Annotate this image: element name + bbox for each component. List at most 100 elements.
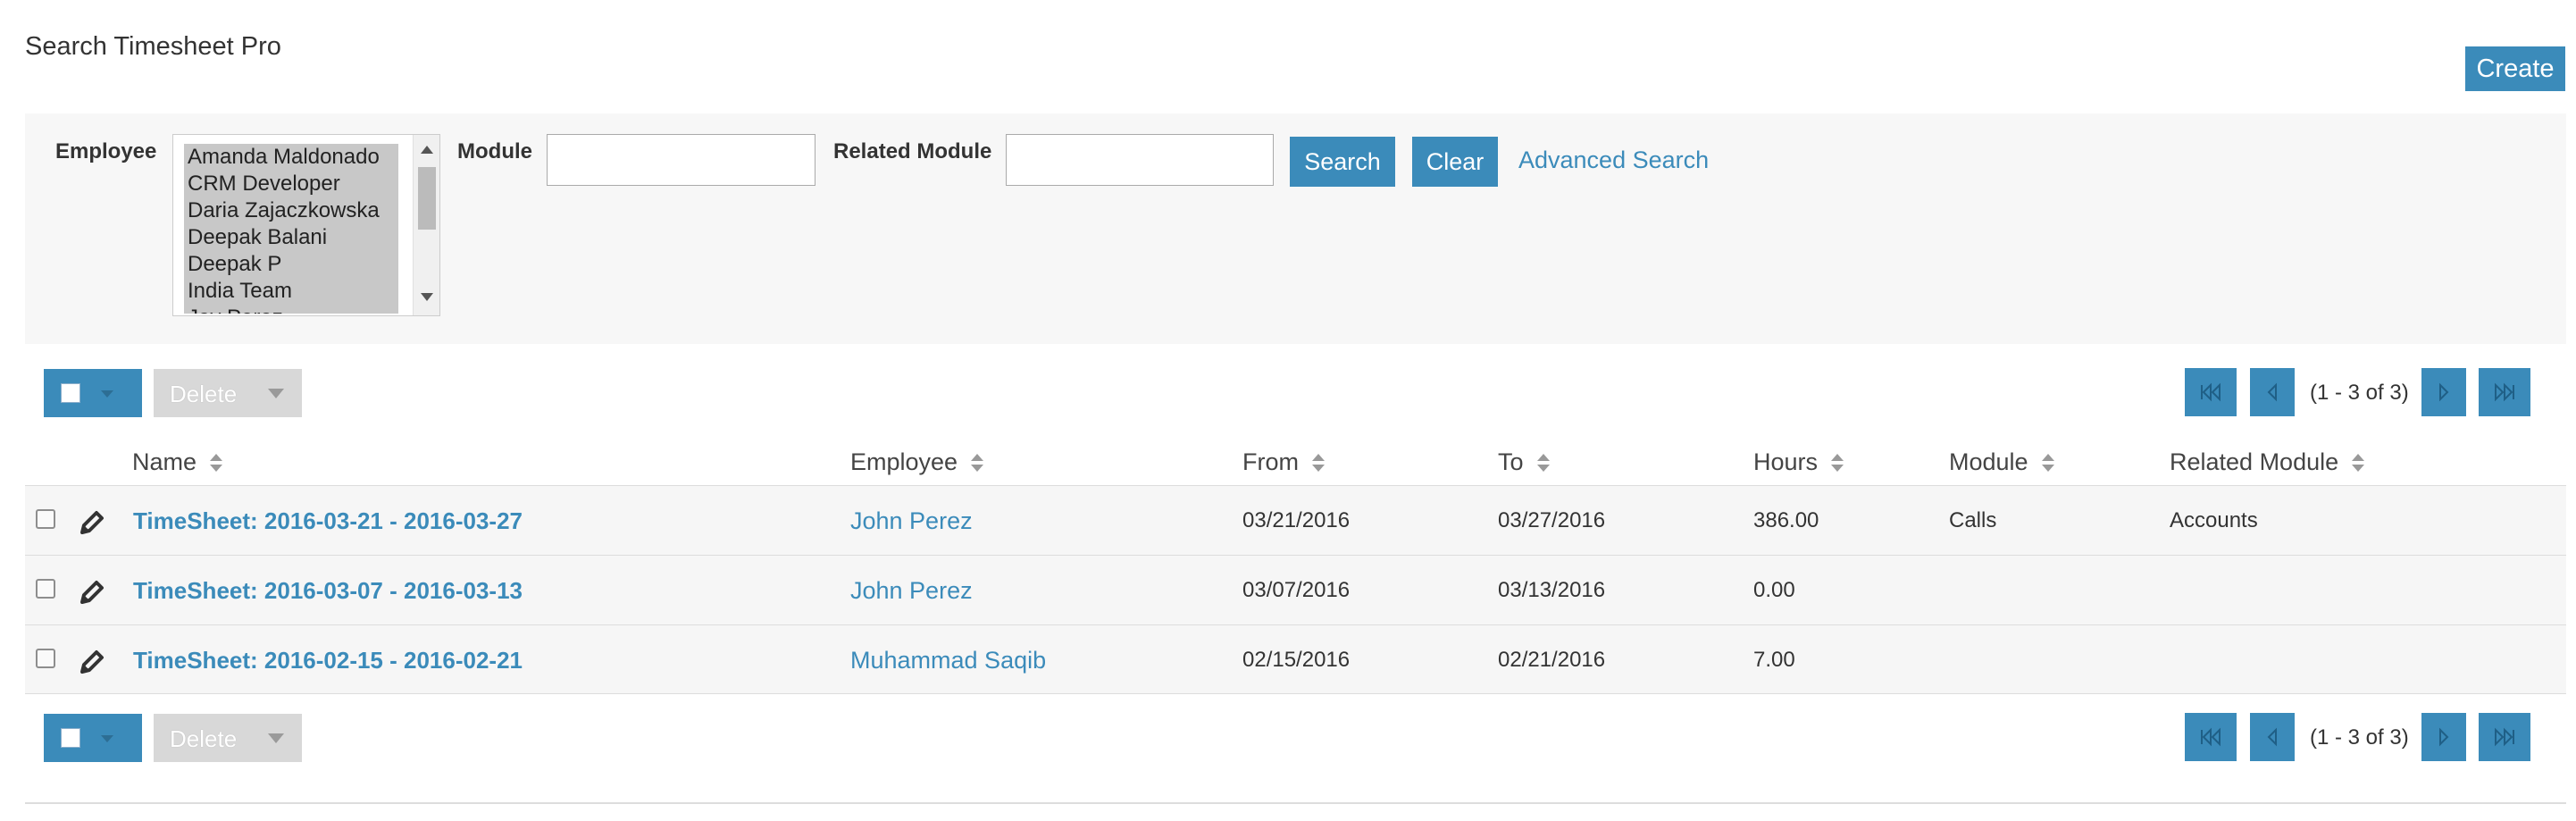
previous-page-button[interactable] [2250,368,2295,416]
first-page-icon [2201,382,2221,402]
divider [25,802,2566,804]
column-header-module[interactable]: Module [1949,448,2055,476]
to-date: 02/21/2016 [1498,648,1606,672]
employee-option[interactable]: Amanda Maldonado [184,144,398,171]
last-page-icon [2495,382,2514,402]
delete-button[interactable]: Delete [154,369,302,417]
module-input[interactable] [547,134,815,186]
delete-button-label: Delete [170,725,238,752]
pagination-info-bottom: (1 - 3 of 3) [2310,725,2409,750]
sort-icon[interactable] [1830,453,1844,473]
clear-button[interactable]: Clear [1412,137,1498,187]
chevron-down-icon [268,389,284,398]
from-date: 03/07/2016 [1242,578,1351,602]
sort-icon[interactable] [2041,453,2055,473]
last-page-button-bottom[interactable] [2479,713,2530,761]
related-module-label: Related Module [833,139,992,163]
column-header-hours[interactable]: Hours [1753,448,1844,476]
table-row: TimeSheet: 2016-03-21 - 2016-03-27 John … [25,485,2566,555]
next-page-button-bottom[interactable] [2421,713,2466,761]
scroll-up-icon[interactable] [421,146,433,154]
bulk-select-dropdown-bottom[interactable] [44,714,142,762]
related-module-input[interactable] [1006,134,1274,186]
column-header-name[interactable]: Name [132,448,223,476]
next-page-button[interactable] [2421,368,2466,416]
search-button[interactable]: Search [1290,137,1395,187]
column-header-label: From [1242,448,1299,475]
employee-options-list[interactable]: Amanda Maldonado CRM Developer Daria Zaj… [184,144,398,314]
employee-option[interactable]: Deepak Balani [184,224,398,251]
chevron-down-icon [101,735,113,742]
employee-option[interactable]: India Team [184,278,398,305]
employee-option[interactable]: Deepak P [184,251,398,278]
delete-button-bottom[interactable]: Delete [154,714,302,762]
timesheet-name-link[interactable]: TimeSheet: 2016-03-07 - 2016-03-13 [133,556,523,625]
row-checkbox[interactable] [36,579,55,599]
employee-list-scrollbar[interactable] [413,135,439,315]
column-header-label: Module [1949,448,2028,475]
last-page-button[interactable] [2479,368,2530,416]
sort-icon[interactable] [2351,453,2365,473]
bulk-select-dropdown[interactable] [44,369,142,417]
first-page-icon [2201,727,2221,747]
sort-icon[interactable] [209,453,223,473]
table-row: TimeSheet: 2016-03-07 - 2016-03-13 John … [25,555,2566,624]
from-date: 02/15/2016 [1242,648,1351,672]
pencil-icon[interactable] [75,647,107,679]
timesheet-name-link[interactable]: TimeSheet: 2016-02-15 - 2016-02-21 [133,625,523,695]
chevron-down-icon [101,390,113,398]
sort-icon[interactable] [1311,453,1326,473]
column-header-from[interactable]: From [1242,448,1326,476]
sort-icon[interactable] [970,453,984,473]
column-header-label: Name [132,448,197,475]
to-date: 03/27/2016 [1498,508,1606,532]
column-header-related-module[interactable]: Related Module [2170,448,2365,476]
employee-option[interactable]: Daria Zajaczkowska [184,197,398,224]
column-header-label: Related Module [2170,448,2339,475]
select-all-checkbox[interactable] [61,728,80,748]
sort-icon[interactable] [1536,453,1551,473]
pencil-icon[interactable] [75,507,107,540]
column-header-label: Hours [1753,448,1819,475]
pagination-info: (1 - 3 of 3) [2310,381,2409,405]
chevron-down-icon [268,733,284,743]
module-label: Module [457,139,532,163]
column-header-label: To [1498,448,1524,475]
pencil-icon[interactable] [75,577,107,609]
page-title: Search Timesheet Pro [25,32,281,61]
hours-value: 7.00 [1753,648,1795,672]
employee-link[interactable]: John Perez [850,486,973,556]
from-date: 03/21/2016 [1242,508,1351,532]
column-header-employee[interactable]: Employee [850,448,984,476]
to-date: 03/13/2016 [1498,578,1606,602]
delete-button-label: Delete [170,381,238,407]
employee-label: Employee [55,139,157,163]
first-page-button[interactable] [2185,368,2237,416]
timesheet-name-link[interactable]: TimeSheet: 2016-03-21 - 2016-03-27 [133,486,523,556]
hours-value: 0.00 [1753,578,1795,602]
row-checkbox[interactable] [36,509,55,529]
scroll-thumb[interactable] [418,167,436,230]
create-button[interactable]: Create [2465,46,2565,91]
module-value: Calls [1949,508,1997,532]
previous-page-button-bottom[interactable] [2250,713,2295,761]
employee-multiselect[interactable]: Amanda Maldonado CRM Developer Daria Zaj… [172,134,440,316]
previous-page-icon [2267,727,2277,747]
select-all-checkbox[interactable] [61,383,80,403]
employee-option[interactable]: Jay Perez [184,305,398,314]
employee-option[interactable]: CRM Developer [184,171,398,197]
advanced-search-link[interactable]: Advanced Search [1518,147,1709,174]
employee-link[interactable]: Muhammad Saqib [850,625,1046,695]
next-page-icon [2439,727,2449,747]
row-checkbox[interactable] [36,649,55,668]
column-header-label: Employee [850,448,958,475]
next-page-icon [2439,382,2449,402]
employee-link[interactable]: John Perez [850,556,973,625]
hours-value: 386.00 [1753,508,1819,532]
scroll-down-icon[interactable] [421,293,433,301]
related-module-value: Accounts [2170,508,2258,532]
first-page-button-bottom[interactable] [2185,713,2237,761]
last-page-icon [2495,727,2514,747]
table-row: TimeSheet: 2016-02-15 - 2016-02-21 Muham… [25,624,2566,694]
column-header-to[interactable]: To [1498,448,1551,476]
